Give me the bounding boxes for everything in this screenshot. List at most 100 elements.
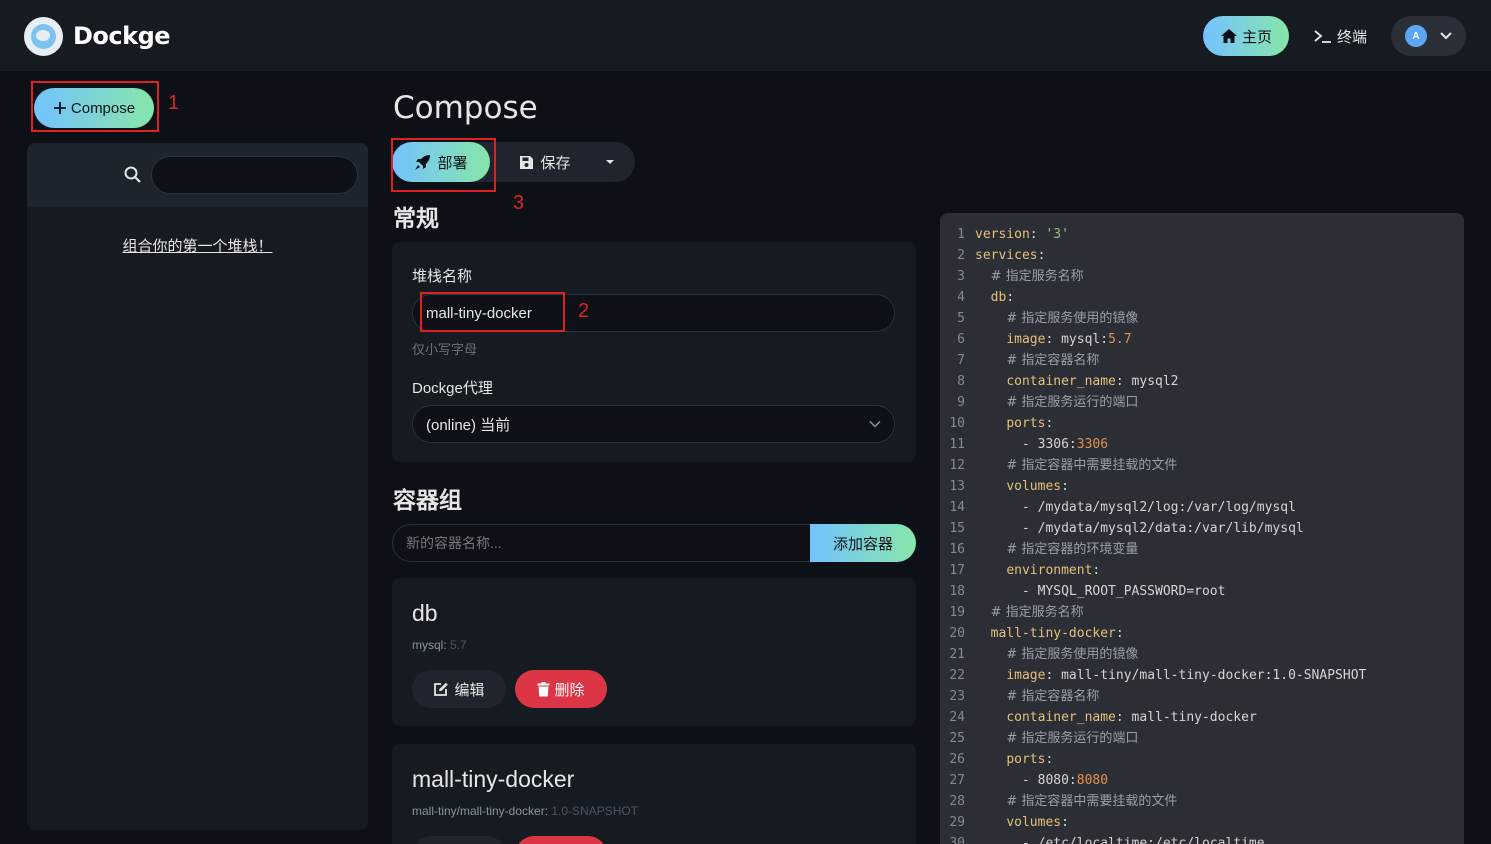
- code-text: # 指定容器中需要挂载的文件: [975, 455, 1177, 476]
- line-number: 4: [957, 290, 965, 305]
- code-token: - /mydata/mysql2/log:/var/log/mysql: [975, 500, 1296, 515]
- code-line[interactable]: 2 services:: [940, 245, 1464, 266]
- code-token: # 指定容器中需要挂载的文件: [1006, 794, 1178, 809]
- add-container-button[interactable]: 添加容器: [810, 524, 916, 562]
- annotation-box-2: [420, 292, 565, 332]
- dockge-logo-icon[interactable]: [24, 17, 63, 56]
- edit-container-button[interactable]: 编辑: [412, 836, 506, 844]
- save-label: 保存: [540, 154, 571, 172]
- code-token: # 指定服务运行的端口: [1006, 731, 1139, 746]
- edit-container-button[interactable]: 编辑: [412, 670, 506, 708]
- code-token: # 指定容器名称: [1006, 353, 1100, 368]
- code-text: # 指定容器名称: [975, 350, 1099, 371]
- compose-yaml-editor[interactable]: 1 version: '3' 2 services: 3 # 指定服务名称 4 db: 5 …: [940, 213, 1464, 844]
- new-container-name-input[interactable]: [392, 524, 812, 562]
- code-line[interactable]: 4 db:: [940, 287, 1464, 308]
- container-name: db: [412, 600, 438, 626]
- page-title: Compose: [393, 90, 538, 126]
- code-line[interactable]: 22 image: mall-tiny/mall-tiny-docker:1.0…: [940, 665, 1464, 686]
- code-text: db:: [975, 287, 1014, 308]
- edit-icon: [434, 682, 449, 696]
- nav-terminal-button[interactable]: 终端: [1305, 16, 1375, 56]
- code-text: image: mysql:5.7: [975, 329, 1131, 350]
- code-line[interactable]: 25 # 指定服务运行的端口: [940, 728, 1464, 749]
- code-token: - /etc/localtime:/etc/localtime: [975, 836, 1265, 844]
- search-icon: [124, 166, 141, 183]
- dockge-agent-select[interactable]: (online) 当前: [412, 405, 895, 443]
- annotation-number-3: 3: [513, 192, 525, 214]
- code-line[interactable]: 12 # 指定容器中需要挂载的文件: [940, 455, 1464, 476]
- code-line[interactable]: 13 volumes:: [940, 476, 1464, 497]
- code-line[interactable]: 30 - /etc/localtime:/etc/localtime: [940, 833, 1464, 844]
- code-line[interactable]: 14 - /mydata/mysql2/log:/var/log/mysql: [940, 497, 1464, 518]
- code-line[interactable]: 29 volumes:: [940, 812, 1464, 833]
- code-line[interactable]: 5 # 指定服务使用的镜像: [940, 308, 1464, 329]
- code-token: :: [1061, 479, 1069, 494]
- code-text: ports:: [975, 749, 1053, 770]
- code-line[interactable]: 27 - 8080:8080: [940, 770, 1464, 791]
- code-text: volumes:: [975, 812, 1069, 833]
- code-text: environment:: [975, 560, 1100, 581]
- code-token: '3': [1045, 227, 1069, 242]
- code-line[interactable]: 11 - 3306:3306: [940, 434, 1464, 455]
- code-line[interactable]: 15 - /mydata/mysql2/data:/var/lib/mysql: [940, 518, 1464, 539]
- save-button[interactable]: 保存: [505, 142, 585, 182]
- code-line[interactable]: 7 # 指定容器名称: [940, 350, 1464, 371]
- annotation-number-1: 1: [168, 92, 180, 114]
- code-token: # 指定容器的环境变量: [1006, 542, 1139, 557]
- brand-name[interactable]: Dockge: [73, 22, 171, 50]
- code-token: services: [975, 248, 1038, 263]
- code-line[interactable]: 16 # 指定容器的环境变量: [940, 539, 1464, 560]
- code-line[interactable]: 9 # 指定服务运行的端口: [940, 392, 1464, 413]
- code-line[interactable]: 6 image: mysql:5.7: [940, 329, 1464, 350]
- code-line[interactable]: 8 container_name: mysql2: [940, 371, 1464, 392]
- code-token: :: [1061, 815, 1069, 830]
- line-number: 11: [949, 437, 965, 452]
- code-line[interactable]: 21 # 指定服务使用的镜像: [940, 644, 1464, 665]
- user-menu-button[interactable]: A: [1391, 16, 1466, 56]
- dockge-agent-value: (online) 当前: [426, 416, 511, 434]
- container-image-name: mall-tiny/mall-tiny-docker:: [412, 804, 549, 818]
- code-line[interactable]: 28 # 指定容器中需要挂载的文件: [940, 791, 1464, 812]
- avatar: A: [1405, 25, 1427, 47]
- code-line[interactable]: 26 ports:: [940, 749, 1464, 770]
- annotation-box-3: [391, 138, 496, 192]
- code-line[interactable]: 3 # 指定服务名称: [940, 266, 1464, 287]
- line-number: 2: [957, 248, 965, 263]
- code-token: :: [1006, 290, 1015, 305]
- code-token: 3306: [1076, 437, 1109, 452]
- stack-search-input[interactable]: [151, 156, 358, 194]
- code-line[interactable]: 20 mall-tiny-docker:: [940, 623, 1464, 644]
- delete-container-button[interactable]: 删除: [515, 670, 607, 708]
- chevron-down-icon: [869, 420, 881, 428]
- code-line[interactable]: 10 ports:: [940, 413, 1464, 434]
- delete-container-button[interactable]: 删除: [515, 836, 607, 844]
- container-image-tag: 1.0-SNAPSHOT: [551, 804, 639, 818]
- create-first-stack-link[interactable]: 组合你的第一个堆栈！: [27, 235, 368, 256]
- code-token: ports: [1006, 752, 1046, 767]
- code-line[interactable]: 1 version: '3': [940, 224, 1464, 245]
- code-line[interactable]: 23 # 指定容器名称: [940, 686, 1464, 707]
- save-dropdown-toggle[interactable]: [598, 142, 622, 182]
- annotation-box-1: [31, 81, 159, 132]
- code-token: # 指定服务名称: [990, 269, 1084, 284]
- line-number: 9: [957, 395, 965, 410]
- nav-home-button[interactable]: 主页: [1203, 16, 1289, 56]
- code-text: - /etc/localtime:/etc/localtime: [975, 833, 1265, 844]
- top-navbar: Dockge 主页 终端 A: [0, 0, 1491, 72]
- code-line[interactable]: 19 # 指定服务名称: [940, 602, 1464, 623]
- general-settings-card: 堆栈名称 mall-tiny-docker 仅小写字母 Dockge代理 (on…: [392, 242, 916, 462]
- code-token: :: [1037, 248, 1046, 263]
- code-line[interactable]: 17 environment:: [940, 560, 1464, 581]
- code-line[interactable]: 18 - MYSQL_ROOT_PASSWORD=root: [940, 581, 1464, 602]
- code-line[interactable]: 24 container_name: mall-tiny-docker: [940, 707, 1464, 728]
- line-number: 25: [949, 731, 965, 746]
- code-text: # 指定服务使用的镜像: [975, 308, 1138, 329]
- line-number: 21: [949, 647, 965, 662]
